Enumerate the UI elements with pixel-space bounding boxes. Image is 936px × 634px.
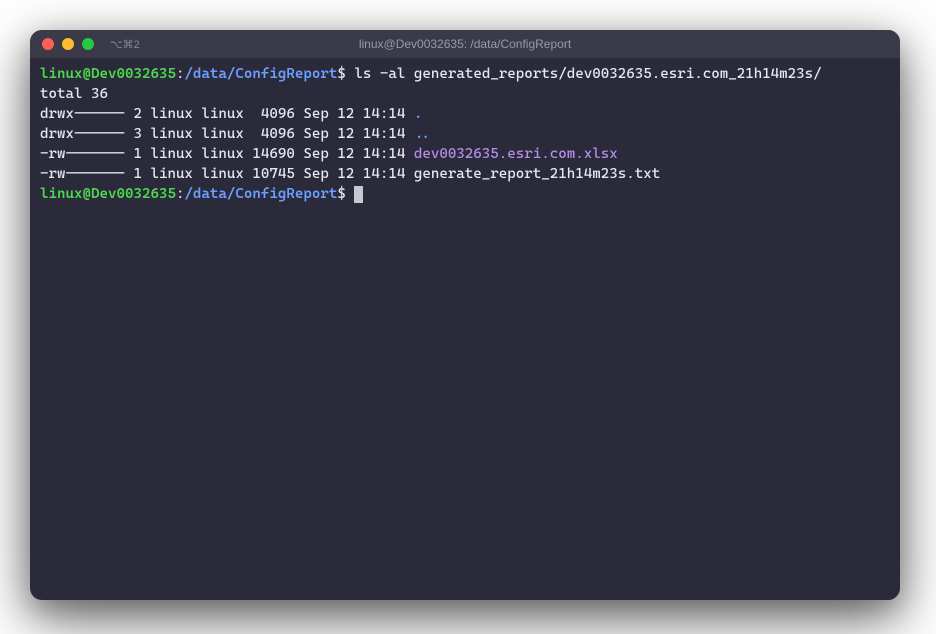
ls-row: drwx------ 2 linux linux 4096 Sep 12 14:… bbox=[40, 104, 890, 124]
prompt-path: /data/ConfigReport bbox=[184, 186, 337, 202]
prompt-path: /data/ConfigReport bbox=[184, 66, 337, 82]
terminal-window: ⌥⌘2 linux@Dev0032635: /data/ConfigReport… bbox=[30, 30, 900, 600]
titlebar[interactable]: ⌥⌘2 linux@Dev0032635: /data/ConfigReport bbox=[30, 30, 900, 58]
file-name: dev0032635.esri.com.xlsx bbox=[414, 146, 618, 162]
command-line-2: linux@Dev0032635:/data/ConfigReport$ bbox=[40, 184, 890, 204]
command-text: ls -al generated_reports/dev0032635.esri… bbox=[354, 66, 821, 82]
file-name: .. bbox=[414, 126, 431, 142]
terminal-body[interactable]: linux@Dev0032635:/data/ConfigReport$ ls … bbox=[30, 58, 900, 600]
prompt-user: linux@Dev0032635 bbox=[40, 66, 176, 82]
tab-label: ⌥⌘2 bbox=[110, 38, 140, 51]
close-icon[interactable] bbox=[42, 38, 54, 50]
ls-row: -rw------- 1 linux linux 14690 Sep 12 14… bbox=[40, 144, 890, 164]
window-title: linux@Dev0032635: /data/ConfigReport bbox=[359, 37, 571, 51]
file-name: generate_report_21h14m23s.txt bbox=[414, 166, 660, 182]
minimize-icon[interactable] bbox=[62, 38, 74, 50]
cursor bbox=[354, 186, 363, 203]
traffic-lights bbox=[42, 38, 94, 50]
prompt-dollar: $ bbox=[337, 186, 346, 202]
command-line-1: linux@Dev0032635:/data/ConfigReport$ ls … bbox=[40, 64, 890, 84]
prompt-dollar: $ bbox=[337, 66, 346, 82]
file-name: . bbox=[414, 106, 423, 122]
ls-row: -rw------- 1 linux linux 10745 Sep 12 14… bbox=[40, 164, 890, 184]
maximize-icon[interactable] bbox=[82, 38, 94, 50]
output-total: total 36 bbox=[40, 84, 890, 104]
ls-row: drwx------ 3 linux linux 4096 Sep 12 14:… bbox=[40, 124, 890, 144]
prompt-user: linux@Dev0032635 bbox=[40, 186, 176, 202]
